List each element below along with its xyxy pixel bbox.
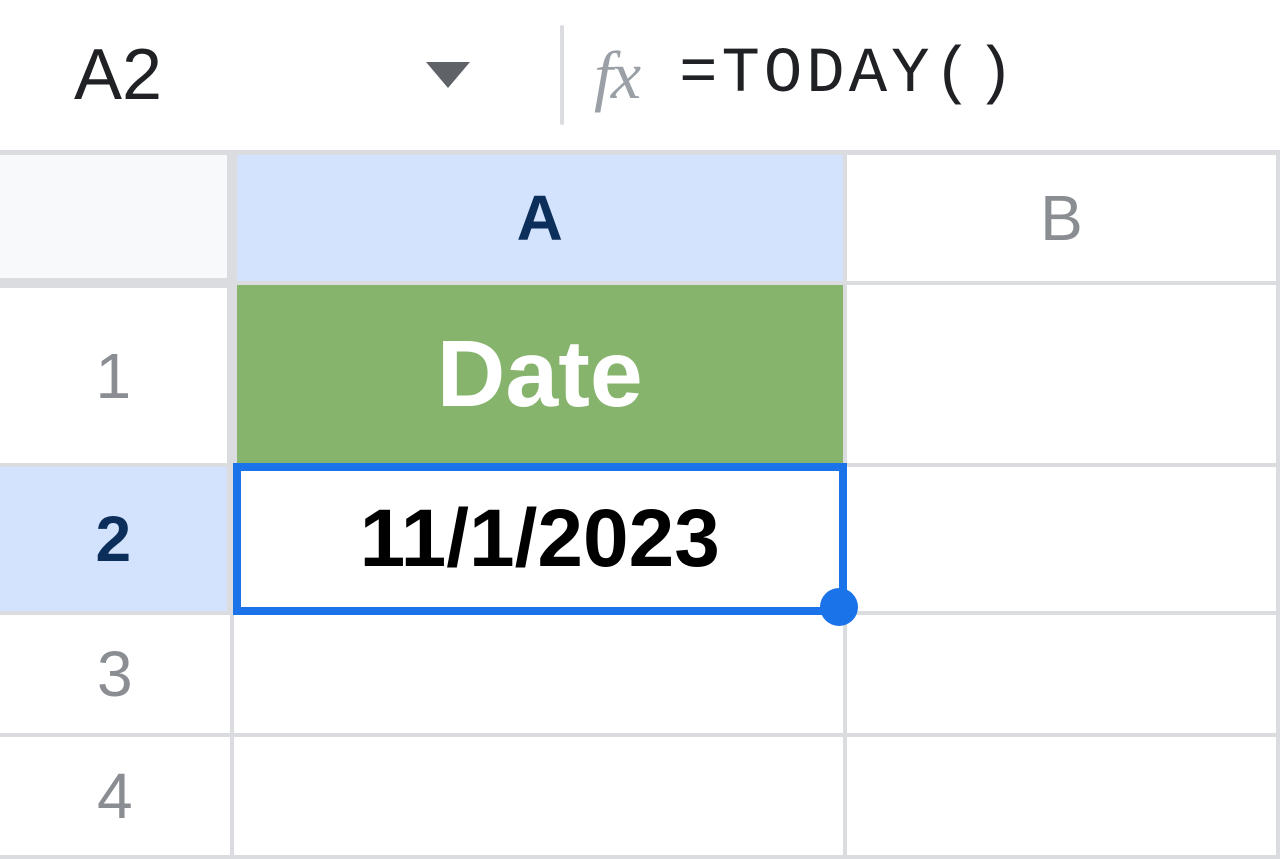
row-header-1[interactable]: 1 xyxy=(0,283,232,465)
cell-A1[interactable]: Date xyxy=(232,283,845,465)
row-header-2[interactable]: 2 xyxy=(0,465,232,613)
fx-icon[interactable]: fx xyxy=(594,36,639,115)
name-box[interactable]: A2 xyxy=(50,34,530,116)
row-header-4[interactable]: 4 xyxy=(0,735,232,857)
selection-outline xyxy=(233,463,847,615)
row-header-3[interactable]: 3 xyxy=(0,613,232,735)
select-all-corner[interactable] xyxy=(0,155,232,283)
formula-bar: A2 fx =TODAY() xyxy=(0,0,1280,150)
name-box-value: A2 xyxy=(50,34,426,116)
spreadsheet-grid: A B 1 Date 2 11/1/2023 3 xyxy=(0,150,1280,859)
formula-input[interactable]: =TODAY() xyxy=(679,39,1018,111)
cell-A2[interactable]: 11/1/2023 xyxy=(232,465,845,613)
cell-B4[interactable] xyxy=(845,735,1278,857)
column-header-A[interactable]: A xyxy=(232,155,845,283)
cell-A3[interactable] xyxy=(232,613,845,735)
cell-B1[interactable] xyxy=(845,283,1278,465)
column-header-B[interactable]: B xyxy=(845,155,1278,283)
divider xyxy=(560,25,564,125)
chevron-down-icon[interactable] xyxy=(426,62,470,88)
cell-B2[interactable] xyxy=(845,465,1278,613)
cell-B3[interactable] xyxy=(845,613,1278,735)
cell-A4[interactable] xyxy=(232,735,845,857)
